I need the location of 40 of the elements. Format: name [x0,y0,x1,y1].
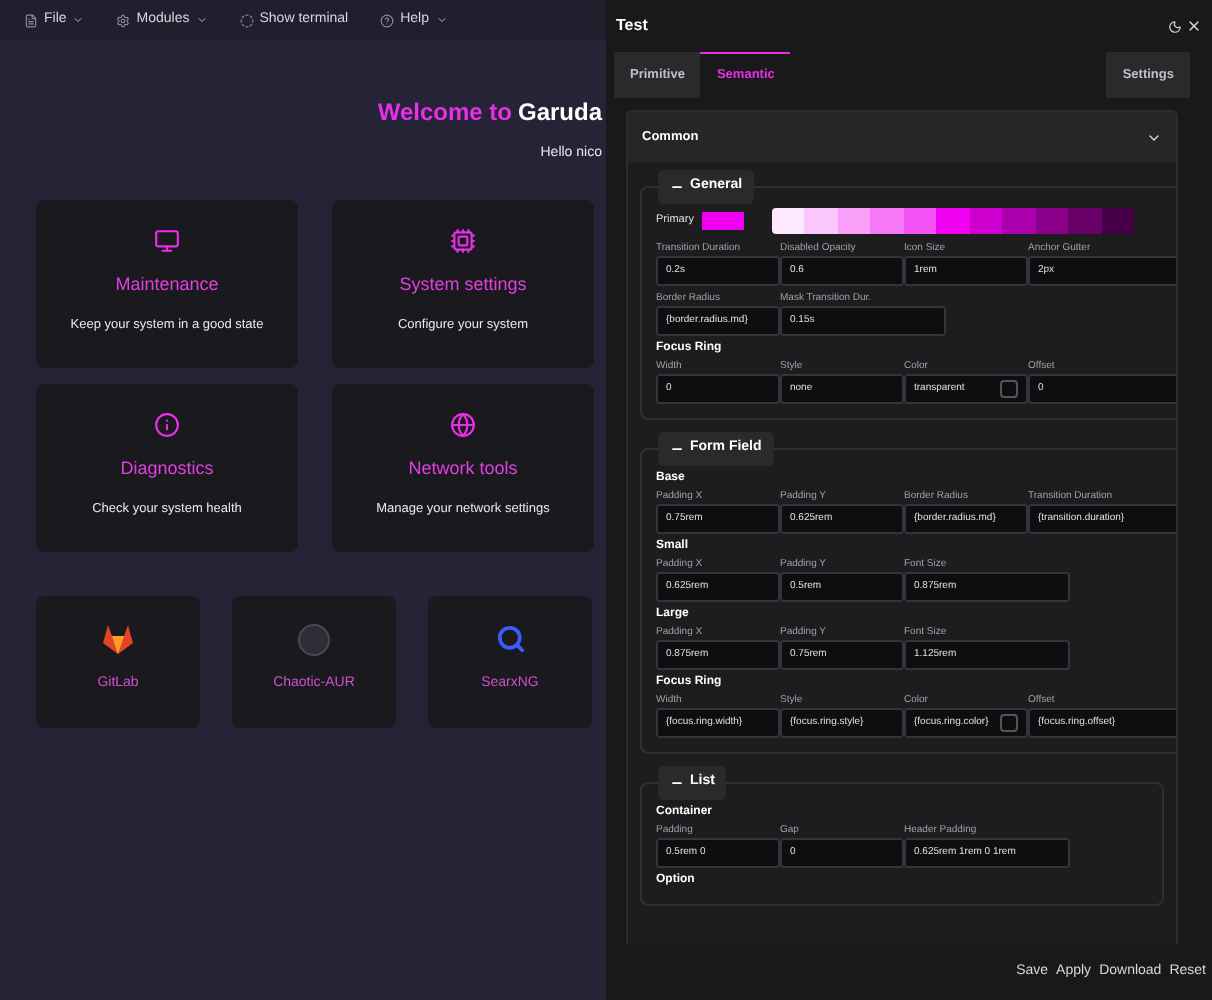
caret-icon [195,14,208,26]
product-name: Garuda [517,96,602,130]
palette-swatch[interactable] [837,208,871,234]
card-title: Network tools [408,455,518,481]
monitor-icon [154,227,180,253]
palette-swatch[interactable] [1002,208,1036,234]
menu-item-icon [24,13,38,27]
minus-icon [670,180,684,194]
close-icon[interactable] [1186,18,1202,34]
menu-item-icon [239,13,254,27]
globe-icon [450,411,476,437]
caret-icon [435,14,448,26]
palette-swatch[interactable] [1068,208,1102,234]
color-swatch[interactable] [1000,380,1018,398]
palette-swatch[interactable] [1101,208,1135,234]
color-swatch[interactable] [1000,714,1018,732]
palette-swatch[interactable] [1035,208,1069,234]
minus-icon [670,776,684,790]
card-title: Diagnostics [120,455,214,482]
palette-swatch[interactable] [771,208,805,234]
menu-item-icon [380,13,395,27]
minus-icon [670,442,684,456]
card-title: System settings [399,271,527,298]
palette-swatch[interactable] [969,208,1003,234]
caret-icon [72,14,85,26]
menu-item-icon [116,13,131,27]
fox-logo-icon [102,624,134,654]
palette-swatch[interactable] [903,208,937,234]
palette-swatch[interactable] [936,208,970,234]
moon-icon[interactable] [1168,19,1182,33]
palette-swatch[interactable] [804,208,838,234]
chip-icon [450,227,476,253]
panel-title: Test [616,14,648,38]
color-swatch[interactable] [701,212,744,230]
info-icon [154,411,180,437]
welcome-heading: Welcome to [377,96,512,130]
search-icon [495,624,525,654]
card-title: Maintenance [115,271,219,297]
dark-circle-logo-icon [298,623,330,655]
palette-swatch[interactable] [870,208,904,234]
